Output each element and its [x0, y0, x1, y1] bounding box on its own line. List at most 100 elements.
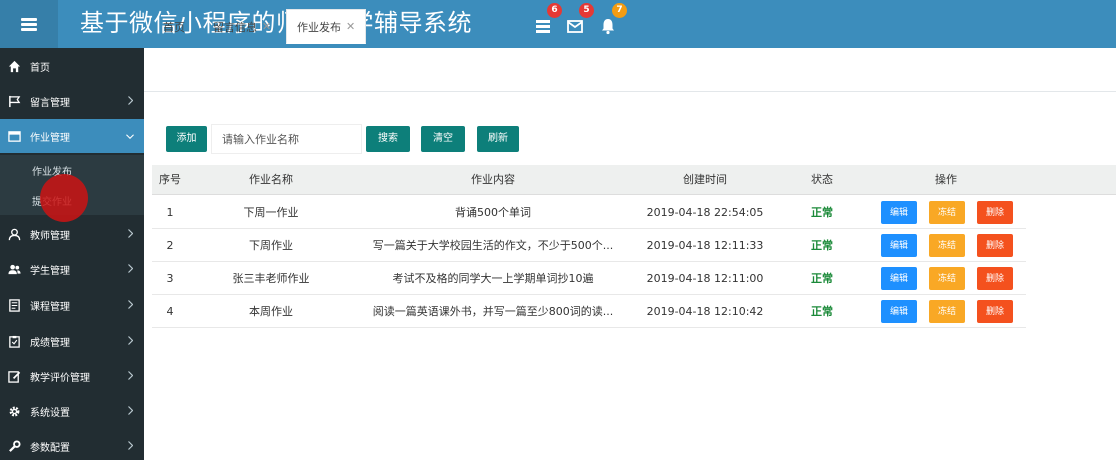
delete-button[interactable]: 删除	[977, 300, 1013, 323]
cell-created: 2019-04-18 12:11:33	[632, 229, 778, 262]
edit-button[interactable]: 编辑	[881, 201, 917, 224]
sidebar-item-courses[interactable]: 课程管理	[0, 288, 144, 322]
sidebar-item-system-settings[interactable]: 系统设置	[0, 394, 144, 428]
table-row: 3 张三丰老师作业 考试不及格的同学大一上学期单词抄10遍 2019-04-18…	[152, 262, 1116, 295]
cell-content: 考试不及格的同学大一上学期单词抄10遍	[354, 262, 632, 295]
wrench-icon	[7, 439, 21, 453]
clear-button[interactable]: 清空	[421, 126, 465, 152]
chevron-right-icon	[128, 406, 133, 415]
cell-name: 本周作业	[188, 295, 354, 328]
tab-messages[interactable]: 留言信息 ✕	[213, 9, 271, 44]
delete-button[interactable]: 删除	[977, 267, 1013, 290]
sidebar-item-label: 教学评价管理	[30, 372, 90, 384]
teacher-icon	[7, 227, 21, 241]
table-row: 1 下周一作业 背诵500个单词 2019-04-18 22:54:05 正常 …	[152, 196, 1116, 229]
close-icon[interactable]: ✕	[346, 20, 355, 33]
sidebar-item-teachers[interactable]: 教师管理	[0, 217, 144, 251]
chevron-right-icon	[128, 96, 133, 105]
tab-label: 作业发布	[297, 20, 341, 34]
home-icon	[7, 59, 21, 73]
chevron-down-icon	[126, 134, 134, 139]
freeze-button[interactable]: 冻结	[929, 234, 965, 257]
cell-created: 2019-04-18 22:54:05	[632, 196, 778, 229]
refresh-button[interactable]: 刷新	[477, 126, 519, 152]
cell-content: 背诵500个单词	[354, 196, 632, 229]
hamburger-icon	[21, 17, 37, 31]
column-header-content: 作业内容	[471, 173, 515, 186]
chevron-right-icon	[128, 441, 133, 450]
sidebar-item-home[interactable]: 首页	[0, 49, 144, 83]
delete-button[interactable]: 删除	[977, 234, 1013, 257]
tab-home[interactable]: 首页	[163, 9, 185, 44]
edit-button[interactable]: 编辑	[881, 234, 917, 257]
search-button[interactable]: 搜索	[366, 126, 410, 152]
users-icon	[7, 262, 21, 276]
cell-created: 2019-04-18 12:10:42	[632, 295, 778, 328]
cell-created: 2019-04-18 12:11:00	[632, 262, 778, 295]
sidebar-item-label: 首页	[30, 62, 50, 74]
close-icon[interactable]: ✕	[262, 20, 271, 33]
cell-status: 正常	[778, 196, 866, 229]
flag-icon	[7, 94, 21, 108]
cursor-indicator	[40, 174, 88, 222]
tab-label: 首页	[163, 20, 185, 34]
cell-index: 2	[152, 229, 188, 262]
chevron-right-icon	[128, 264, 133, 273]
menu-toggle-button[interactable]	[0, 0, 58, 48]
table-row: 4 本周作业 阅读一篇英语课外书，并写一篇至少800词的读... 2019-04…	[152, 295, 1116, 328]
column-header-actions: 操作	[935, 173, 957, 186]
sidebar-item-label: 系统设置	[30, 407, 70, 419]
sidebar-item-label: 成绩管理	[30, 337, 70, 349]
chevron-right-icon	[128, 300, 133, 309]
inbox-icon[interactable]: 6	[534, 3, 562, 36]
tab-publish-homework[interactable]: 作业发布 ✕	[286, 9, 367, 44]
search-input[interactable]	[211, 124, 362, 154]
tab-bar	[144, 48, 1116, 92]
sidebar-item-label: 参数配置	[30, 442, 70, 454]
column-header-status: 状态	[811, 173, 833, 186]
sidebar-item-label: 留言管理	[30, 97, 70, 109]
sidebar-item-label: 学生管理	[30, 265, 70, 277]
cell-name: 下周一作业	[188, 196, 354, 229]
cell-index: 3	[152, 262, 188, 295]
sidebar-item-grades[interactable]: 成绩管理	[0, 324, 144, 358]
chevron-right-icon	[128, 229, 133, 238]
sidebar-item-homework[interactable]: 作业管理	[0, 119, 144, 153]
cell-status: 正常	[778, 295, 866, 328]
window-icon	[7, 129, 21, 143]
book-icon	[7, 298, 21, 312]
cell-index: 4	[152, 295, 188, 328]
add-button[interactable]: 添加	[166, 126, 207, 152]
gear-icon	[7, 404, 21, 418]
cell-name: 张三丰老师作业	[188, 262, 354, 295]
column-header-name: 作业名称	[249, 173, 293, 186]
tab-label: 留言信息	[213, 20, 257, 34]
freeze-button[interactable]: 冻结	[929, 267, 965, 290]
cell-status: 正常	[778, 229, 866, 262]
clipboard-icon	[7, 334, 21, 348]
envelope-badge: 5	[579, 3, 594, 18]
bell-badge: 7	[612, 3, 627, 18]
table-row: 2 下周作业 写一篇关于大学校园生活的作文，不少于500个... 2019-04…	[152, 229, 1116, 262]
column-header-created: 创建时间	[683, 173, 727, 186]
inbox-badge: 6	[547, 3, 562, 18]
sidebar-item-label: 教师管理	[30, 230, 70, 242]
edit-button[interactable]: 编辑	[881, 267, 917, 290]
sidebar-item-students[interactable]: 学生管理	[0, 252, 144, 286]
app-title: 基于微信小程序的师生教学辅导系统	[80, 9, 472, 37]
freeze-button[interactable]: 冻结	[929, 201, 965, 224]
envelope-icon[interactable]: 5	[566, 3, 594, 36]
sidebar-item-label: 课程管理	[30, 301, 70, 313]
sidebar-item-messages[interactable]: 留言管理	[0, 84, 144, 118]
table-header: 序号 作业名称 作业内容 创建时间 状态 操作	[152, 165, 1116, 195]
sidebar-item-evaluation[interactable]: 教学评价管理	[0, 359, 144, 393]
edit-button[interactable]: 编辑	[881, 300, 917, 323]
bell-icon[interactable]: 7	[599, 3, 627, 36]
delete-button[interactable]: 删除	[977, 201, 1013, 224]
cell-index: 1	[152, 196, 188, 229]
freeze-button[interactable]: 冻结	[929, 300, 965, 323]
sidebar-item-parameters[interactable]: 参数配置	[0, 429, 144, 460]
cell-status: 正常	[778, 262, 866, 295]
chevron-right-icon	[128, 371, 133, 380]
sidebar-item-label: 作业管理	[30, 132, 70, 144]
